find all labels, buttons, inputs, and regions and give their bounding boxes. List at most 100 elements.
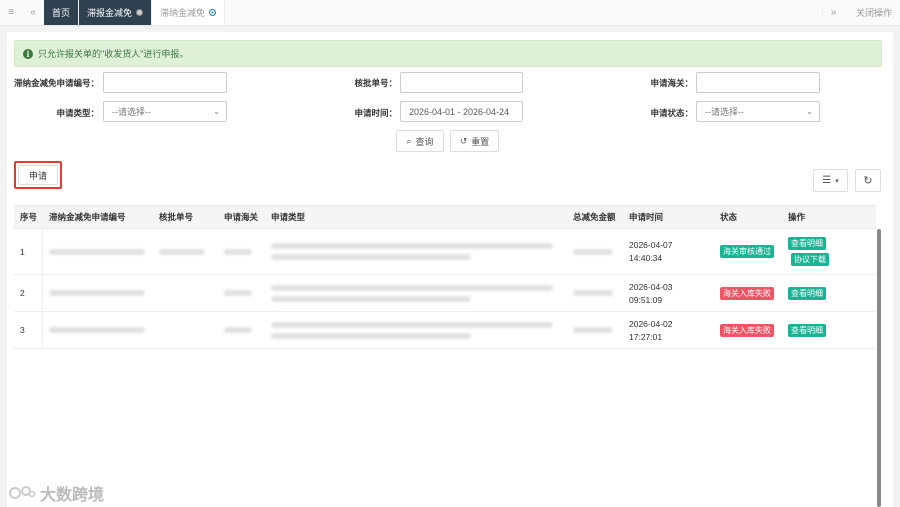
customs-input[interactable]: [696, 72, 820, 93]
time-date: 2026-04-07: [629, 240, 673, 250]
approval-no-cell: [153, 229, 218, 274]
query-button[interactable]: ⌕ 查询: [396, 130, 444, 152]
time-cell: 2026-04-03 09:51:09: [623, 275, 714, 311]
columns-toggle-button[interactable]: ☰ ▾: [813, 169, 848, 192]
menu-toggle-icon[interactable]: ≡: [0, 0, 22, 25]
brand-logo-icon: [9, 486, 36, 499]
tab-late-declaration-fee[interactable]: 滞报金减免: [79, 0, 153, 25]
list-icon: ☰: [822, 175, 832, 186]
time-cell: 2026-04-07 14:40:34: [623, 229, 714, 274]
customs-cell: [218, 312, 265, 348]
customs-label: 申请海关：: [650, 78, 693, 88]
notice-text: 只允许报关单的"收发货人"进行申报。: [38, 49, 189, 59]
main-panel: i 只允许报关单的"收发货人"进行申报。 滞纳金减免申请编号： 核批单号： 申请…: [7, 32, 893, 507]
time-clock: 17:27:01: [629, 331, 663, 342]
type-select-value: --请选择--: [112, 107, 151, 117]
query-button-label: 查询: [415, 136, 434, 147]
status-badge: 海关审核通过: [720, 245, 774, 258]
amount-cell: [567, 229, 623, 274]
type-cell: [265, 312, 567, 348]
watermark: 大数跨境: [8, 481, 104, 505]
row-no: 2: [14, 275, 43, 311]
actions-cell: 查看明细: [782, 275, 876, 311]
time-cell: 2026-04-02 17:27:01: [623, 312, 714, 348]
table-scrollbar[interactable]: [877, 229, 881, 507]
table-row[interactable]: 2 2026-04-03 09:51:09 海关入库失败 查看明细: [14, 275, 876, 312]
close-operations-button[interactable]: 关闭操作: [844, 0, 900, 25]
tab-late-payment-fee-label: 滞纳金减免: [160, 8, 206, 18]
view-detail-button[interactable]: 查看明细: [788, 286, 826, 300]
customs-cell: [218, 275, 265, 311]
status-badge: 海关入库失败: [720, 286, 774, 300]
info-icon: i: [23, 48, 33, 59]
col-time: 申请时间: [629, 212, 664, 222]
amount-cell: [567, 275, 623, 311]
row-no: 1: [14, 229, 43, 274]
status-select-value: --请选择--: [705, 107, 744, 117]
page-tabs: 首页 滞报金减免 滞纳金减免: [44, 0, 822, 25]
results-table: 序号 滞纳金减免申请编号 核批单号 申请海关 申请类型 总减免金额 申请时间 状…: [14, 205, 876, 349]
status-cell: 海关入库失败: [714, 312, 782, 348]
apply-button[interactable]: 申请: [18, 165, 58, 185]
type-label: 申请类型：: [56, 108, 99, 118]
tab-late-payment-fee[interactable]: 滞纳金减免: [152, 0, 226, 25]
tab-bar: ≡ « 首页 滞报金减免 滞纳金减免 » 关闭操作: [0, 0, 900, 26]
apply-no-cell: [43, 229, 153, 274]
type-select[interactable]: --请选择-- ⌄: [103, 101, 227, 122]
row-no: 3: [14, 312, 43, 348]
view-detail-button[interactable]: 查看明细: [788, 237, 826, 250]
search-icon: ⌕: [406, 135, 412, 146]
status-label: 申请状态：: [650, 108, 693, 118]
customs-cell: [218, 229, 265, 274]
status-cell: 海关入库失败: [714, 275, 782, 311]
refresh-button[interactable]: ↻: [855, 169, 881, 192]
caret-down-icon: ▾: [835, 177, 839, 185]
col-actions: 操作: [788, 212, 806, 222]
close-tab-icon[interactable]: [136, 9, 144, 16]
tab-late-declaration-fee-label: 滞报金减免: [87, 8, 133, 18]
apply-highlight: 申请: [14, 161, 62, 189]
apply-no-cell: [43, 275, 153, 311]
chevron-down-icon: ⌄: [213, 107, 220, 116]
actions-cell: 查看明细: [782, 312, 876, 348]
approval-no-label: 核批单号：: [354, 78, 397, 88]
time-date: 2026-04-03: [629, 281, 673, 292]
status-select[interactable]: --请选择-- ⌄: [696, 101, 820, 122]
col-status: 状态: [720, 212, 738, 222]
status-badge: 海关入库失败: [720, 323, 774, 337]
time-range-input[interactable]: 2026-04-01 - 2026-04-24: [400, 101, 523, 122]
notice-alert: i 只允许报关单的"收发货人"进行申报。: [14, 40, 882, 67]
approval-no-cell: [153, 275, 218, 311]
time-clock: 14:40:34: [629, 253, 663, 263]
close-tab-icon[interactable]: [209, 9, 217, 16]
col-apply-no: 滞纳金减免申请编号: [49, 212, 126, 222]
scroll-right-icon[interactable]: »: [821, 7, 844, 18]
time-clock: 09:51:09: [629, 294, 663, 305]
apply-no-input[interactable]: [103, 72, 227, 93]
undo-icon: ↺: [459, 135, 468, 146]
type-cell: [265, 275, 567, 311]
table-row[interactable]: 1 2026-04-07 14:40:34 海关审核通过 查看明细 协议下载: [14, 229, 876, 275]
apply-no-cell: [43, 312, 153, 348]
watermark-text: 大数跨境: [40, 487, 105, 504]
actions-cell: 查看明细 协议下载: [782, 229, 876, 274]
apply-no-label: 滞纳金减免申请编号：: [13, 78, 99, 88]
approval-no-input[interactable]: [400, 72, 523, 93]
status-cell: 海关审核通过: [714, 229, 782, 274]
view-detail-button[interactable]: 查看明细: [788, 323, 826, 337]
time-label: 申请时间：: [354, 108, 397, 118]
type-cell: [265, 229, 567, 274]
table-row[interactable]: 3 2026-04-02 17:27:01 海关入库失败 查看明细: [14, 312, 876, 349]
col-approval-no: 核批单号: [159, 212, 194, 222]
chevron-down-icon: ⌄: [806, 107, 813, 116]
refresh-icon: ↻: [863, 175, 873, 187]
approval-no-cell: [153, 312, 218, 348]
scroll-left-icon[interactable]: «: [22, 0, 44, 25]
time-date: 2026-04-02: [629, 318, 673, 329]
reset-button[interactable]: ↺ 重置: [450, 130, 499, 152]
reset-button-label: 重置: [471, 136, 490, 147]
col-amount: 总减免金额: [573, 212, 616, 222]
col-no: 序号: [20, 212, 38, 222]
tab-home[interactable]: 首页: [44, 0, 80, 25]
download-agreement-button[interactable]: 协议下载: [791, 253, 829, 266]
